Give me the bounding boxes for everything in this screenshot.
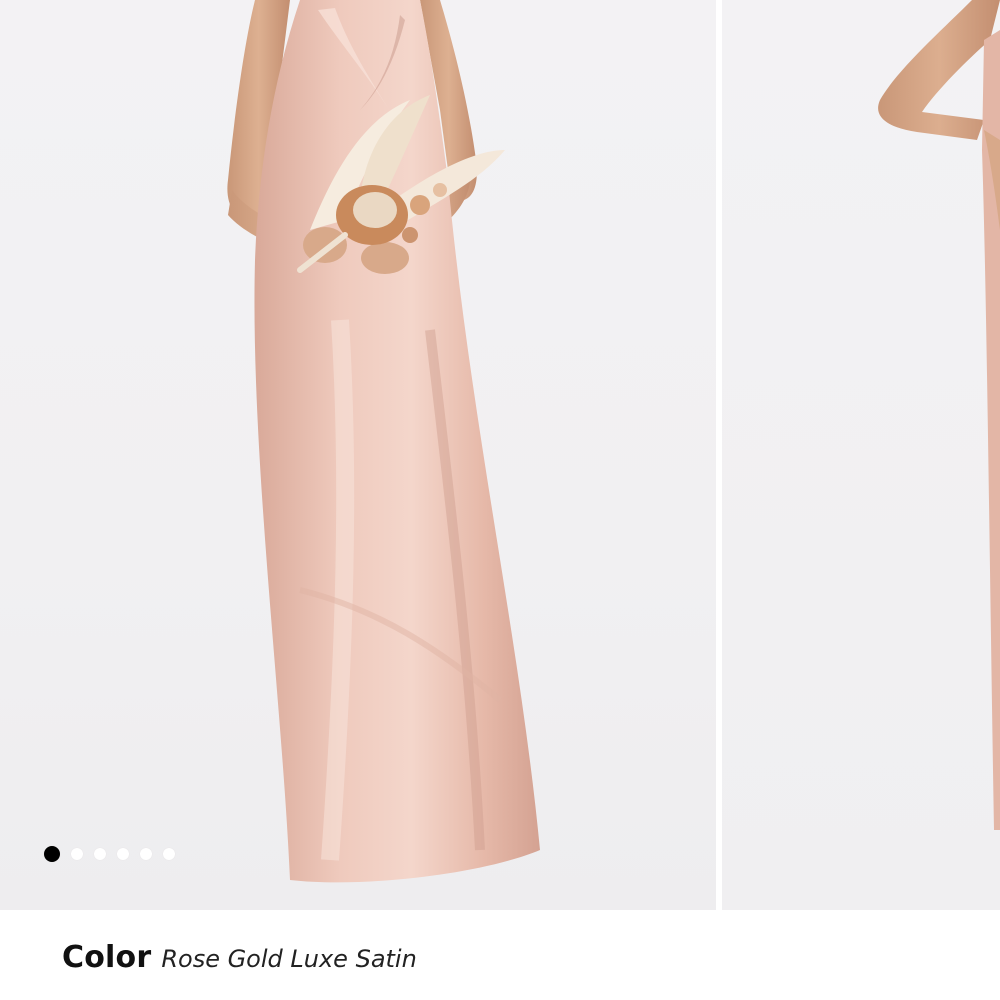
pagination-dot-6[interactable] xyxy=(163,848,175,860)
pagination-dot-1[interactable] xyxy=(44,846,60,862)
pagination-dot-2[interactable] xyxy=(71,848,83,860)
image-gallery[interactable] xyxy=(0,0,1000,910)
pagination-dot-3[interactable] xyxy=(94,848,106,860)
dress-model-illustration xyxy=(227,0,540,883)
pagination-dot-5[interactable] xyxy=(140,848,152,860)
gallery-pagination xyxy=(44,846,175,862)
color-value: Rose Gold Luxe Satin xyxy=(161,945,417,973)
color-label: Color xyxy=(62,940,152,975)
product-image-main[interactable] xyxy=(0,0,716,910)
color-selection: Color Rose Gold Luxe Satin xyxy=(62,940,417,975)
product-page: Color Rose Gold Luxe Satin xyxy=(0,0,1000,1000)
pagination-dot-4[interactable] xyxy=(117,848,129,860)
dress-model-illustration-back xyxy=(878,0,1000,830)
product-image-next[interactable] xyxy=(722,0,1000,910)
